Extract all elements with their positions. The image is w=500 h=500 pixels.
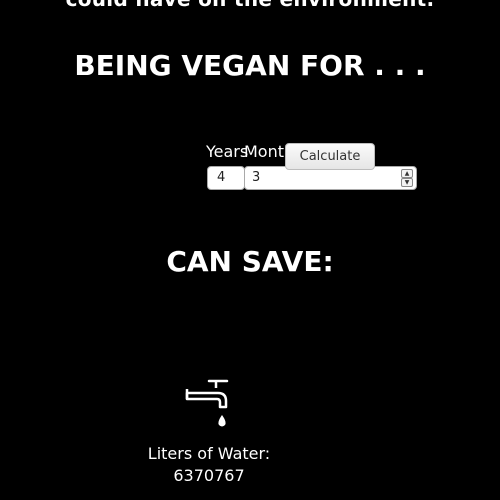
being-vegan-heading: BEING VEGAN FOR . . . (74, 49, 426, 82)
months-spinner[interactable]: ▲ ▼ (401, 169, 413, 187)
years-label: Years (206, 142, 249, 161)
months-input-value: 3 (252, 170, 261, 185)
calculate-button[interactable]: Calculate (285, 143, 375, 170)
water-result-label: Liters of Water: (147, 444, 271, 463)
water-result-value: 6370767 (173, 466, 245, 485)
decrement-icon[interactable]: ▼ (401, 178, 413, 187)
years-input[interactable]: 4 (207, 166, 245, 190)
can-save-heading: CAN SAVE: (166, 245, 334, 278)
intro-text: could have on the environment. (0, 0, 500, 11)
years-input-value: 4 (217, 170, 226, 185)
months-label: Months (244, 142, 288, 161)
water-tap-icon (185, 379, 229, 427)
increment-icon[interactable]: ▲ (401, 169, 413, 178)
